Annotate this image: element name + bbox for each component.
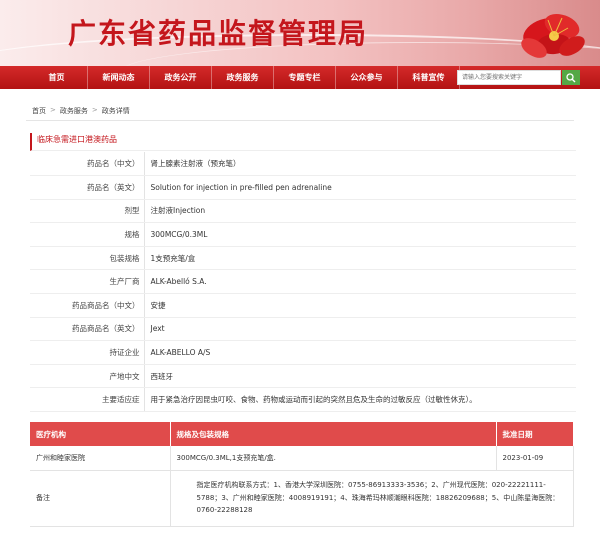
divider [26,120,574,121]
table-row: 药品商品名（中文） 安捷 [30,293,576,318]
header-banner: 广东省药品监督管理局 [0,0,600,66]
field-label: 药品名（中文） [30,152,145,177]
field-value: 1支预充笔/盒 [144,246,576,271]
chevron-right-icon: > [91,106,98,114]
table-row: 广州和睦家医院 300MCG/0.3ML,1支预充笔/盒. 2023-01-09 [30,446,574,471]
field-label: 持证企业 [30,340,145,365]
table-row: 主要适应症 用于紧急治疗因昆虫叮咬、食物、药物或运动而引起的突然且危及生命的过敏反… [30,387,576,413]
field-value: 注射液Injection [144,199,576,224]
table-row: 规格 300MCG/0.3ML [30,222,576,247]
search-button[interactable] [562,70,580,85]
main-nav: 首页 新闻动态 政务公开 政务服务 专题专栏 公众参与 科普宣传 [0,66,600,89]
chevron-right-icon: > [50,106,56,114]
field-label: 包装规格 [30,246,145,271]
nav-science-popularization[interactable]: 科普宣传 [398,66,460,89]
field-label: 药品商品名（英文） [30,317,145,342]
table-row: 产地中文 西班牙 [30,364,576,389]
field-label: 规格 [30,222,145,247]
table-row: 包装规格 1支预充笔/盒 [30,246,576,271]
drug-info-table: 药品名（中文） 肾上腺素注射液（预充笔） 药品名（英文） Solution for … [30,152,576,413]
nav-public-participation[interactable]: 公众参与 [336,66,398,89]
section-title: 临床急需进口港澳药品 [30,133,576,151]
field-label: 药品商品名（中文） [30,293,145,318]
table-row: 药品名（中文） 肾上腺素注射液（预充笔） [30,152,576,177]
field-label: 产地中文 [30,364,145,389]
breadcrumb-current: 政务详情 [101,107,130,115]
breadcrumb-home[interactable]: 首页 [32,106,46,116]
column-header-spec: 规格及包装规格 [170,422,497,446]
field-value: 用于紧急治疗因昆虫叮咬、食物、药物或运动而引起的突然且危及生命的过敏反应（过敏性… [144,387,576,413]
cell-date: 2023-01-09 [496,446,574,471]
kapok-flower-icon [521,13,585,58]
cell-institution: 广州和睦家医院 [30,446,171,471]
nav-news[interactable]: 新闻动态 [88,66,150,89]
field-value: 安捷 [144,293,576,318]
nav-home[interactable]: 首页 [26,66,88,89]
site-title: 广东省药品监督管理局 [68,17,369,50]
field-label: 主要适应症 [30,387,145,413]
column-header-date: 批准日期 [496,422,574,446]
table-row: 持证企业 ALK-ABELLO A/S [30,340,576,365]
field-value: 西班牙 [144,364,576,389]
column-header-institution: 医疗机构 [30,422,171,446]
field-value: ALK-ABELLO A/S [144,340,576,365]
breadcrumb-services[interactable]: 政务服务 [60,106,88,116]
table-row: 药品商品名（英文） Jext [30,317,576,342]
table-row: 剂型 注射液Injection [30,199,576,224]
nav-government-services[interactable]: 政务服务 [212,66,274,89]
note-label: 备注 [30,470,171,527]
breadcrumb: 首页 > 政务服务 > 政务详情 [32,106,130,116]
field-value: Jext [144,317,576,342]
search-icon [566,72,576,82]
nav-special-topics[interactable]: 专题专栏 [274,66,336,89]
field-label: 剂型 [30,199,145,224]
field-label: 药品名（英文） [30,175,145,200]
table-row: 生产厂商 ALK-Abelló S.A. [30,269,576,295]
field-value: 300MCG/0.3ML [144,222,576,247]
hospital-table: 医疗机构 规格及包装规格 批准日期 广州和睦家医院 300MCG/0.3ML,1… [30,422,574,527]
field-value: ALK-Abelló S.A. [144,269,576,295]
nav-government-affairs[interactable]: 政务公开 [150,66,212,89]
cell-spec: 300MCG/0.3ML,1支预充笔/盒. [170,446,497,471]
table-row: 药品名（英文） Solution for injection in pre-fil… [30,175,576,200]
field-value: 肾上腺素注射液（预充笔） [144,152,576,177]
table-header-row: 医疗机构 规格及包装规格 批准日期 [30,422,574,446]
field-value: Solution for injection in pre-filled pen… [144,175,576,200]
note-value: 指定医疗机构联系方式：1、香港大学深圳医院：0755-86913333-3536… [170,470,574,527]
field-label: 生产厂商 [30,269,145,295]
table-row: 备注 指定医疗机构联系方式：1、香港大学深圳医院：0755-86913333-3… [30,470,574,527]
search-input[interactable] [457,70,561,85]
